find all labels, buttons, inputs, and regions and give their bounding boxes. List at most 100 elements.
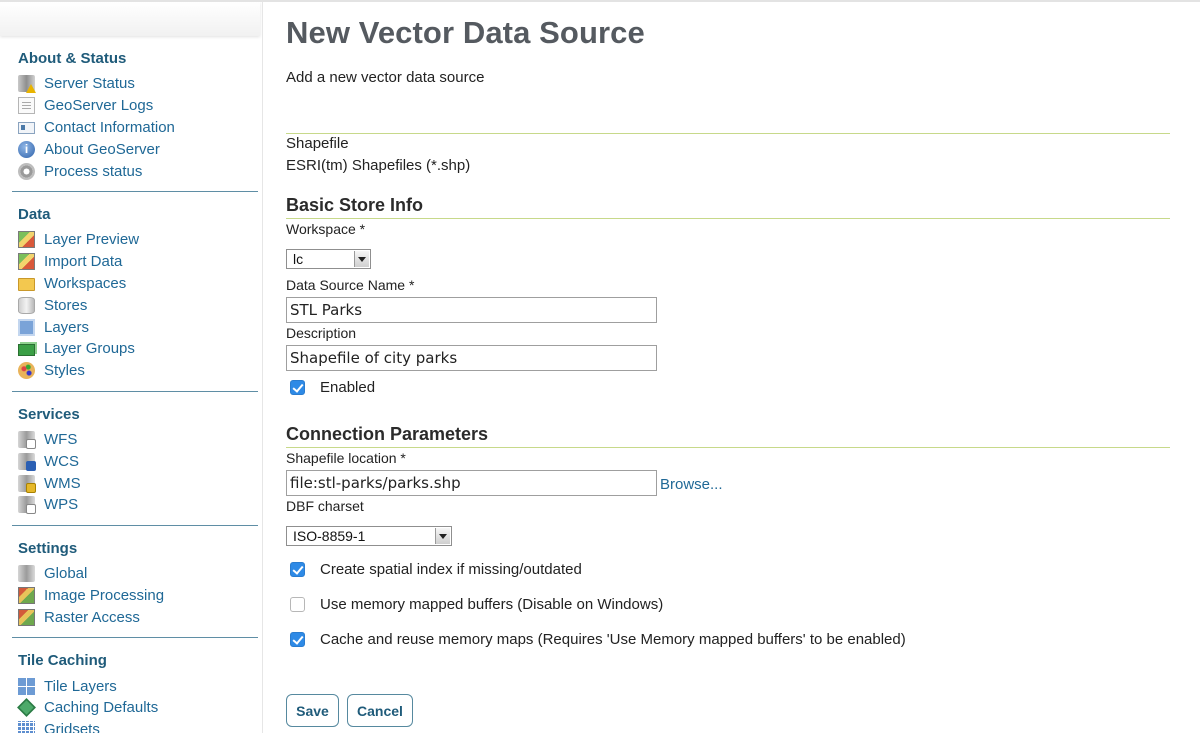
- sidebar-item-layer-groups[interactable]: Layer Groups: [12, 338, 258, 360]
- sidebar-item-label: GeoServer Logs: [44, 97, 154, 115]
- sidebar-item-stores[interactable]: Stores: [12, 294, 258, 316]
- spatial-index-label: Create spatial index if missing/outdated: [320, 561, 582, 578]
- page-description: Add a new vector data source: [286, 69, 485, 86]
- memory-mapped-label: Use memory mapped buffers (Disable on Wi…: [320, 596, 664, 613]
- sidebar-item-label: Workspaces: [44, 274, 127, 292]
- page-title: New Vector Data Source: [286, 15, 645, 50]
- sidebar-item-raster-access[interactable]: Raster Access: [12, 606, 258, 628]
- dbf-charset-select[interactable]: ISO-8859-1: [286, 526, 452, 546]
- workspace-label: Workspace *: [286, 221, 366, 237]
- shapefile-location-label: Shapefile location *: [286, 450, 406, 466]
- sidebar-item-label: Layer Preview: [44, 231, 140, 249]
- description-label: Description: [286, 325, 357, 341]
- sidebar-item-label: Layer Groups: [44, 340, 135, 358]
- sidebar-item-contact-information[interactable]: Contact Information: [12, 117, 258, 139]
- map-icon: [18, 231, 35, 249]
- sidebar-item-label: WFS: [44, 430, 78, 448]
- sidebar-item-process-status[interactable]: Process status: [12, 160, 258, 182]
- sidebar-item-image-processing[interactable]: Image Processing: [12, 585, 258, 607]
- sidebar-item-wms[interactable]: WMS: [12, 472, 258, 494]
- sidebar-item-label: Server Status: [44, 75, 135, 93]
- sidebar-heading-services: Services: [18, 405, 80, 423]
- gear-icon: [18, 162, 35, 180]
- enabled-label: Enabled: [320, 379, 376, 396]
- sidebar-item-layer-preview[interactable]: Layer Preview: [12, 229, 258, 251]
- memory-mapped-checkbox-row[interactable]: Use memory mapped buffers (Disable on Wi…: [286, 596, 663, 613]
- sidebar-item-global[interactable]: Global: [12, 563, 258, 585]
- sidebar-item-workspaces[interactable]: Workspaces: [12, 273, 258, 295]
- sidebar-item-label: About GeoServer: [44, 140, 160, 158]
- sidebar-item-label: Caching Defaults: [44, 699, 159, 717]
- layer-group-icon: [18, 344, 35, 357]
- browse-link[interactable]: Browse...: [660, 476, 723, 493]
- sidebar-item-label: Tile Layers: [44, 677, 117, 695]
- description-input[interactable]: [286, 345, 657, 371]
- sidebar-heading-settings: Settings: [18, 539, 78, 557]
- sidebar-item-server-status[interactable]: Server Status: [12, 73, 258, 95]
- sidebar-item-geoserver-logs[interactable]: GeoServer Logs: [12, 95, 258, 117]
- data-source-name-input[interactable]: [286, 297, 657, 323]
- sidebar-item-wps[interactable]: WPS: [12, 494, 258, 516]
- section-divider: [286, 133, 1170, 134]
- memory-mapped-checkbox[interactable]: [290, 597, 305, 612]
- caching-defaults-icon: [17, 698, 36, 718]
- sidebar-item-label: Contact Information: [44, 118, 175, 136]
- workspace-select-value: lc: [293, 251, 304, 267]
- sidebar-item-tile-layers[interactable]: Tile Layers: [12, 675, 258, 697]
- image-processing-icon: [18, 586, 35, 604]
- info-icon: [18, 140, 35, 158]
- sidebar-item-label: Global: [44, 565, 88, 583]
- cache-memory-maps-checkbox[interactable]: [290, 632, 305, 647]
- sidebar-item-label: Process status: [44, 162, 143, 180]
- store-type: Shapefile: [286, 135, 349, 152]
- save-button[interactable]: Save: [286, 694, 339, 727]
- sidebar: About & Status Server Status GeoServer L…: [0, 2, 263, 733]
- basic-store-info-heading: Basic Store Info: [286, 195, 424, 215]
- cache-memory-maps-checkbox-row[interactable]: Cache and reuse memory maps (Requires 'U…: [286, 631, 906, 648]
- logs-icon: [18, 97, 35, 115]
- sidebar-item-label: Image Processing: [44, 586, 165, 604]
- layer-icon: [18, 318, 35, 336]
- connection-parameters-heading: Connection Parameters: [286, 424, 489, 444]
- sidebar-section-services: Services WFS WCS WMS WPS: [12, 392, 258, 526]
- enabled-checkbox-row[interactable]: Enabled: [286, 379, 375, 396]
- raster-access-icon: [18, 608, 35, 626]
- sidebar-item-caching-defaults[interactable]: Caching Defaults: [12, 697, 258, 719]
- sidebar-item-gridsets[interactable]: Gridsets: [12, 719, 258, 733]
- sidebar-section-about-status: About & Status Server Status GeoServer L…: [12, 36, 258, 192]
- cancel-button[interactable]: Cancel: [347, 694, 413, 727]
- sidebar-section-settings: Settings Global Image Processing Raster …: [12, 526, 258, 639]
- database-icon: [18, 296, 35, 314]
- sidebar-item-import-data[interactable]: Import Data: [12, 251, 258, 273]
- wcs-service-icon: [18, 452, 36, 471]
- sidebar-heading-about-status: About & Status: [18, 50, 127, 67]
- enabled-checkbox[interactable]: [290, 380, 305, 395]
- workspace-select[interactable]: lc: [286, 249, 371, 269]
- sidebar-item-label: Stores: [44, 296, 88, 314]
- sidebar-item-about-geoserver[interactable]: About GeoServer: [12, 138, 258, 160]
- sidebar-section-tile-caching: Tile Caching Tile Layers Caching Default…: [12, 638, 258, 733]
- dbf-charset-select-value: ISO-8859-1: [293, 528, 366, 544]
- sidebar-item-label: Gridsets: [44, 721, 100, 733]
- server-status-icon: [18, 75, 36, 94]
- wps-service-icon: [18, 496, 36, 515]
- chevron-down-icon: [354, 251, 369, 267]
- sidebar-item-label: WCS: [44, 452, 79, 470]
- sidebar-item-wcs[interactable]: WCS: [12, 450, 258, 472]
- spatial-index-checkbox-row[interactable]: Create spatial index if missing/outdated: [286, 561, 582, 578]
- sidebar-item-styles[interactable]: Styles: [12, 360, 258, 382]
- sidebar-item-wfs[interactable]: WFS: [12, 429, 258, 451]
- spatial-index-checkbox[interactable]: [290, 562, 305, 577]
- gridsets-icon: [18, 721, 35, 733]
- shapefile-location-input[interactable]: [286, 470, 657, 496]
- chevron-down-icon: [435, 528, 450, 544]
- sidebar-item-label: Styles: [44, 362, 85, 380]
- section-divider: [286, 447, 1170, 448]
- folder-icon: [18, 278, 35, 292]
- sidebar-item-layers[interactable]: Layers: [12, 316, 258, 338]
- store-type-description: ESRI(tm) Shapefiles (*.shp): [286, 157, 471, 174]
- sidebar-item-label: Import Data: [44, 253, 123, 271]
- sidebar-heading-tile-caching: Tile Caching: [18, 652, 107, 670]
- sidebar-item-label: Layers: [44, 318, 90, 336]
- dbf-charset-label: DBF charset: [286, 498, 364, 514]
